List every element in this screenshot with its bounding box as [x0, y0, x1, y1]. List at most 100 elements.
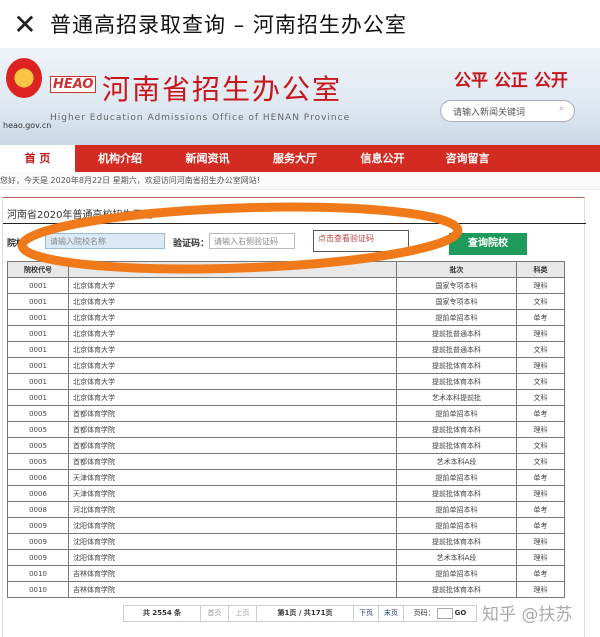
table-row: 0009 沈阳体育学院 提前批体育本科 理科	[7, 533, 565, 550]
school-name: 首都体育学院	[68, 437, 397, 454]
col-code: 院校代号	[7, 261, 69, 278]
category: 单考	[516, 517, 565, 534]
batch: 提前批体育本科	[396, 581, 517, 598]
category: 文科	[516, 341, 565, 358]
col-batch: 批次	[396, 261, 517, 278]
category: 文科	[516, 437, 565, 454]
prev-page-link[interactable]: 上页	[229, 606, 257, 621]
category: 理科	[516, 549, 565, 566]
search-icon[interactable]: ⌕	[559, 104, 564, 114]
total-count: 共 2554 条	[124, 606, 201, 621]
category: 文科	[516, 453, 565, 470]
nav-news[interactable]: 新闻资讯	[165, 145, 250, 172]
school-name: 北京体育大学	[68, 293, 397, 310]
school-code: 0006	[7, 485, 69, 502]
close-icon[interactable]: ✕	[0, 8, 50, 41]
school-name: 首都体育学院	[68, 453, 397, 470]
school-code: 0010	[7, 565, 69, 582]
batch: 提前单招本科	[396, 517, 517, 534]
school-code: 0009	[7, 549, 69, 566]
nav-services[interactable]: 服务大厅	[250, 145, 340, 172]
school-code: 0010	[7, 581, 69, 598]
go-button[interactable]: GO	[455, 609, 467, 617]
national-emblem-logo	[6, 58, 42, 98]
col-name	[68, 261, 397, 278]
table-row: 0001 北京体育大学 提前批普通本科 理科	[7, 325, 565, 342]
pagination: 共 2554 条 首页 上页 第1页 / 共171页 下页 末页 页码： GO	[123, 605, 477, 622]
batch: 提前单招本科	[396, 501, 517, 518]
school-name-input[interactable]: 请输入院校名称	[45, 233, 165, 249]
nav-home[interactable]: 首 页	[0, 145, 75, 172]
table-row: 0005 首都体育学院 提前批体育本科 文科	[7, 437, 565, 454]
category: 理科	[516, 533, 565, 550]
school-code: 0005	[7, 453, 69, 470]
main-nav: 首 页 机构介绍 新闻资讯 服务大厅 信息公开 咨询留言	[0, 145, 600, 172]
table-row: 0010 吉林体育学院 提前单招本科 单考	[7, 565, 565, 582]
school-code: 0005	[7, 405, 69, 422]
site-domain: heao.gov.cn	[3, 121, 52, 130]
batch: 提前批普通本科	[396, 341, 517, 358]
welcome-text: 您好，今天是 2020年8月22日 星期六，欢迎访问河南省招生办公室网站!	[0, 172, 600, 190]
category: 理科	[516, 581, 565, 598]
batch: 提前批体育本科	[396, 357, 517, 374]
school-name: 河北体育学院	[68, 501, 397, 518]
school-code: 0001	[7, 277, 69, 294]
batch: 提前批体育本科	[396, 373, 517, 390]
school-code: 0001	[7, 325, 69, 342]
school-name: 吉林体育学院	[68, 565, 397, 582]
first-page-link[interactable]: 首页	[201, 606, 229, 621]
nav-about[interactable]: 机构介绍	[75, 145, 165, 172]
table-row: 0009 沈阳体育学院 提前单招本科 单考	[7, 517, 565, 534]
page-indicator: 第1页 / 共171页	[257, 606, 354, 621]
school-code: 0006	[7, 469, 69, 486]
batch: 提前单招本科	[396, 405, 517, 422]
batch: 艺术本科提前批	[396, 389, 517, 406]
nav-consult[interactable]: 咨询留言	[425, 145, 510, 172]
query-school-button[interactable]: 查询院校	[449, 233, 527, 255]
table-row: 0001 北京体育大学 艺术本科提前批 文科	[7, 389, 565, 406]
batch: 提前单招本科	[396, 565, 517, 582]
goto-label: 页码：	[413, 609, 435, 617]
next-page-link[interactable]: 下页	[354, 606, 379, 621]
school-name: 北京体育大学	[68, 325, 397, 342]
nav-info[interactable]: 信息公开	[340, 145, 425, 172]
school-code: 0001	[7, 309, 69, 326]
table-row: 0005 首都体育学院 提前单招本科 单考	[7, 405, 565, 422]
table-row: 0006 天津体育学院 提前批体育本科 理科	[7, 485, 565, 502]
school-name: 沈阳体育学院	[68, 517, 397, 534]
school-name: 首都体育学院	[68, 405, 397, 422]
page-title: 普通高招录取查询 – 河南招生办公室	[50, 13, 407, 37]
category: 单考	[516, 501, 565, 518]
category: 文科	[516, 373, 565, 390]
captcha-input[interactable]: 请输入右侧验证码	[209, 233, 295, 249]
table-row: 0006 天津体育学院 提前单招本科 单考	[7, 469, 565, 486]
school-code: 0001	[7, 357, 69, 374]
category: 单考	[516, 309, 565, 326]
table-row: 0009 沈阳体育学院 艺术本科A段 理科	[7, 549, 565, 566]
captcha-image[interactable]: 点击查看验证码	[313, 230, 409, 252]
page-number-input[interactable]	[436, 607, 453, 619]
news-search-input[interactable]: 请输入新闻关键词 ⌕	[440, 100, 575, 122]
school-code: 0001	[7, 293, 69, 310]
batch: 提前批体育本科	[396, 533, 517, 550]
school-name: 北京体育大学	[68, 373, 397, 390]
school-code: 0005	[7, 421, 69, 438]
school-name: 北京体育大学	[68, 357, 397, 374]
school-name: 沈阳体育学院	[68, 549, 397, 566]
batch: 提前批体育本科	[396, 485, 517, 502]
school-name: 吉林体育学院	[68, 581, 397, 598]
category: 单考	[516, 469, 565, 486]
panel-title: 河南省2020年普通高校招生已经	[7, 210, 153, 221]
last-page-link[interactable]: 末页	[379, 606, 404, 621]
category: 文科	[516, 293, 565, 310]
captcha-label: 验证码：	[173, 239, 210, 249]
category: 单考	[516, 565, 565, 582]
site-name: 河南省招生办公室	[102, 73, 343, 106]
batch: 提前批普通本科	[396, 325, 517, 342]
category: 理科	[516, 421, 565, 438]
school-code: 0001	[7, 341, 69, 358]
batch: 国家专项本科	[396, 293, 517, 310]
category: 单考	[516, 405, 565, 422]
top-bar: ✕ 普通高招录取查询 – 河南招生办公室	[0, 0, 600, 48]
table-row: 0001 北京体育大学 提前批普通本科 文科	[7, 341, 565, 358]
